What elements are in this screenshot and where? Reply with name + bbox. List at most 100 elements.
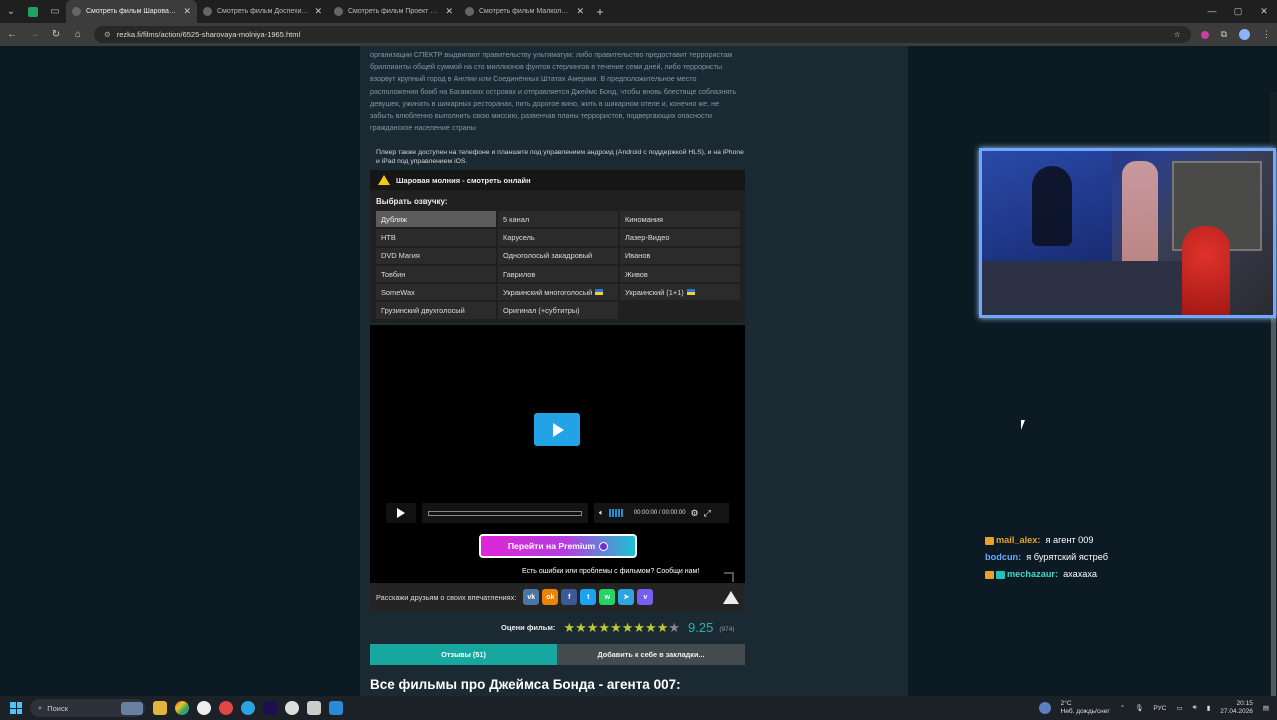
voice-option-label: Живов	[625, 269, 648, 279]
obs-icon[interactable]	[285, 701, 299, 715]
sheets-pinned-tab-icon[interactable]	[28, 6, 38, 17]
extensions-puzzle-icon[interactable]: ⧉	[1221, 29, 1227, 40]
watch-title: Шаровая молния - смотреть онлайн	[396, 175, 531, 185]
url-field[interactable]: ⚙ rezka.fi/films/action/6525-sharovaya-m…	[94, 26, 1191, 43]
telegram-taskbar-icon[interactable]	[241, 701, 255, 715]
home-icon[interactable]: ⌂	[72, 29, 84, 40]
tab-reviews[interactable]: Отзывы (51)	[370, 644, 557, 665]
rating-star-icon[interactable]: ★	[575, 621, 587, 634]
voice-option[interactable]: Дубляж	[376, 211, 496, 228]
seek-track[interactable]	[428, 510, 582, 516]
premiere-icon[interactable]	[263, 701, 277, 715]
voice-option[interactable]: Карусель	[498, 229, 618, 246]
close-tab-icon[interactable]: ✕	[576, 6, 584, 17]
chat-username: bodcun:	[985, 552, 1022, 562]
twitter-icon[interactable]: t	[580, 589, 597, 605]
weather-icon[interactable]	[1038, 702, 1051, 714]
volume-slider[interactable]	[608, 509, 623, 517]
reviews-tabs: Отзывы (51) Добавить к себе в закладки..…	[370, 644, 745, 665]
minimize-icon[interactable]: —	[1199, 6, 1225, 17]
close-tab-icon[interactable]: ✕	[445, 6, 453, 17]
browser-tab[interactable]: Смотреть фильм Проект «Аль ✕	[328, 0, 459, 23]
voice-option[interactable]: DVD Магия	[376, 247, 496, 264]
site-info-icon[interactable]: ⚙	[104, 30, 111, 39]
rating-star-icon[interactable]: ★	[622, 621, 634, 634]
speaker-icon[interactable]: 🔊︎	[1193, 704, 1197, 712]
whatsapp-icon[interactable]: w	[599, 589, 616, 605]
voice-option[interactable]: Одноголосый закадровый	[498, 247, 618, 264]
rating-star-icon[interactable]: ★	[657, 621, 669, 634]
rating-star-icon[interactable]: ★	[645, 621, 657, 634]
voice-option[interactable]: SomeWax	[376, 284, 496, 301]
reload-icon[interactable]: ↻	[50, 29, 62, 40]
app-icon-2[interactable]	[307, 701, 321, 715]
clock[interactable]: 20:15 27.04.2026	[1220, 700, 1253, 716]
voice-option[interactable]: Оригинал (+субтитры)	[498, 302, 618, 319]
browser-tab[interactable]: Смотреть фильм Шаровая мо ✕	[66, 0, 197, 23]
language-indicator[interactable]: РУС	[1153, 705, 1166, 712]
rating-stars[interactable]: ★ ★ ★ ★ ★ ★ ★ ★ ★ ★	[563, 621, 680, 634]
network-icon[interactable]: ▭	[1176, 704, 1182, 712]
voice-option[interactable]: Грузинский двухголосый	[376, 302, 496, 319]
odnoklassniki-icon[interactable]: ok	[542, 589, 559, 605]
back-icon[interactable]: ←	[6, 29, 18, 40]
rating-star-icon[interactable]: ★	[563, 621, 575, 634]
rating-star-icon[interactable]: ★	[610, 621, 622, 634]
voice-option[interactable]: Украинский (1+1)	[620, 284, 740, 301]
bookmark-star-icon[interactable]: ☆	[1174, 30, 1181, 39]
premium-button[interactable]: Перейти на Premium	[479, 534, 637, 558]
close-tab-icon[interactable]: ✕	[183, 6, 191, 17]
report-error-link[interactable]: Есть ошибки или проблемы с фильмом? Сооб…	[522, 568, 699, 575]
facebook-icon[interactable]: f	[561, 589, 578, 605]
voice-option[interactable]: Украинский многоголосый	[498, 284, 618, 301]
chrome-icon[interactable]	[175, 701, 189, 715]
tray-chevron-icon[interactable]: ⌃	[1120, 704, 1125, 712]
telegram-icon[interactable]: ➤	[618, 589, 635, 605]
play-button[interactable]	[386, 503, 416, 523]
notification-icon[interactable]: ▤	[1263, 704, 1269, 712]
voice-option[interactable]: Киномания	[620, 211, 740, 228]
voice-option[interactable]: Лазер-Видео	[620, 229, 740, 246]
app-icon-3[interactable]	[329, 701, 343, 715]
taskbar-search[interactable]: ⌕ Поиск	[30, 699, 145, 717]
voice-option[interactable]: Товбин	[376, 265, 496, 283]
forward-icon[interactable]: →	[28, 29, 40, 40]
new-tab-button[interactable]: +	[590, 5, 610, 19]
pyramid-icon[interactable]	[723, 590, 739, 604]
rating-star-icon[interactable]: ★	[633, 621, 645, 634]
seek-bar[interactable]	[422, 503, 588, 523]
music-app-icon[interactable]	[197, 701, 211, 715]
rating-star-icon[interactable]: ★	[668, 621, 680, 634]
battery-icon[interactable]: ▮	[1207, 704, 1211, 712]
microphone-icon[interactable]: 🎙︎	[1135, 704, 1143, 712]
tab-bookmark[interactable]: Добавить к себе в закладки...	[557, 644, 745, 665]
browser-tab[interactable]: Смотреть фильм Доспехи Бог ✕	[197, 0, 328, 23]
rating-star-icon[interactable]: ★	[587, 621, 599, 634]
tab-group-icon[interactable]: ▭	[44, 0, 66, 23]
volume-icon[interactable]: 🔈︎	[599, 508, 604, 518]
close-window-icon[interactable]: ✕	[1251, 6, 1277, 17]
settings-gear-icon[interactable]: ⚙	[691, 508, 699, 519]
browser-tab[interactable]: Смотреть фильм Малкольм И ✕	[459, 0, 590, 23]
windows-start-icon[interactable]	[10, 702, 22, 714]
app-icon[interactable]	[219, 701, 233, 715]
maximize-icon[interactable]: ▢	[1225, 6, 1251, 17]
voice-option[interactable]: Иванов	[620, 247, 740, 264]
file-explorer-icon[interactable]	[153, 701, 167, 715]
rating-star-icon[interactable]: ★	[598, 621, 610, 634]
big-play-button[interactable]	[534, 413, 580, 446]
extension-icon[interactable]	[1200, 30, 1209, 39]
vk-icon[interactable]: vk	[523, 589, 540, 605]
viber-icon[interactable]: v	[637, 589, 654, 605]
close-tab-icon[interactable]: ✕	[314, 6, 322, 17]
menu-dots-icon[interactable]: ⋮	[1262, 29, 1271, 40]
voice-option[interactable]: НТВ	[376, 229, 496, 246]
voice-option[interactable]: 5 канал	[498, 211, 618, 228]
voice-option[interactable]: Гаврилов	[498, 265, 618, 283]
address-bar: ← → ↻ ⌂ ⚙ rezka.fi/films/action/6525-sha…	[0, 23, 1277, 46]
voice-option[interactable]: Живов	[620, 265, 740, 283]
tab-search-icon[interactable]: ⌄	[0, 0, 22, 23]
profile-avatar[interactable]	[1239, 29, 1250, 40]
fullscreen-icon[interactable]: ⤢	[704, 508, 711, 519]
bond-films-heading: Все фильмы про Джеймса Бонда - агента 00…	[370, 677, 681, 692]
